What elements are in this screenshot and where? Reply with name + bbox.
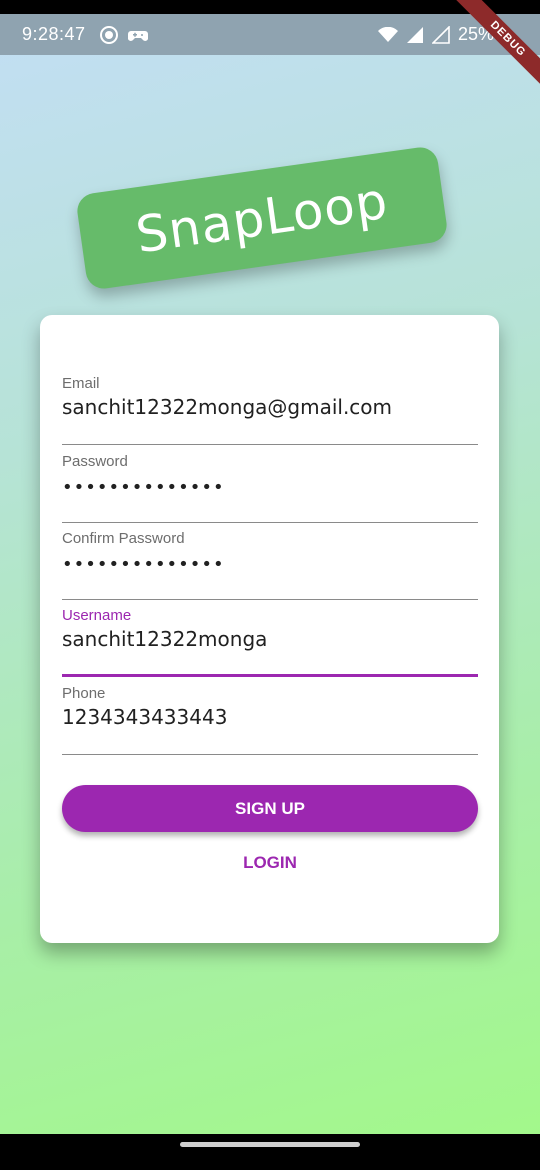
password-label: Password xyxy=(62,453,128,470)
email-field[interactable]: Email sanchit12322monga@gmail.com xyxy=(62,375,478,445)
status-time: 9:28:47 xyxy=(22,24,86,44)
status-bar: 9:28:47 25% xyxy=(0,14,540,55)
app-screen: 9:28:47 25% DEBUG SnapLoop Email sanchit… xyxy=(0,0,540,1170)
password-input[interactable]: •••••••••••••• xyxy=(62,477,225,498)
game-controller-icon xyxy=(127,27,148,43)
username-label: Username xyxy=(62,607,132,624)
login-button[interactable]: LOGIN xyxy=(210,845,330,881)
username-input[interactable]: sanchit12322monga xyxy=(62,627,267,651)
phone-label: Phone xyxy=(62,685,106,702)
username-field[interactable]: Username sanchit12322monga xyxy=(62,607,478,677)
signal-icon xyxy=(406,26,424,44)
email-input[interactable]: sanchit12322monga@gmail.com xyxy=(62,395,392,419)
confirm-password-field[interactable]: Confirm Password •••••••••••••• xyxy=(62,530,478,600)
signal-outline-icon xyxy=(431,25,450,44)
password-field[interactable]: Password •••••••••••••• xyxy=(62,453,478,523)
record-icon xyxy=(99,25,118,44)
email-label: Email xyxy=(62,375,100,392)
confirm-password-label: Confirm Password xyxy=(62,530,185,547)
confirm-password-input[interactable]: •••••••••••••• xyxy=(62,554,225,575)
navigation-bar xyxy=(0,1134,540,1170)
wifi-icon xyxy=(377,26,398,43)
phone-input[interactable]: 1234343433443 xyxy=(62,705,227,729)
logo: SnapLoop xyxy=(75,145,449,291)
home-gesture-handle[interactable] xyxy=(180,1142,360,1147)
signup-card: Email sanchit12322monga@gmail.com Passwo… xyxy=(40,315,499,943)
phone-field[interactable]: Phone 1234343433443 xyxy=(62,685,478,755)
signup-button[interactable]: SIGN UP xyxy=(62,785,478,832)
logo-text: SnapLoop xyxy=(132,171,392,265)
status-right: 25% xyxy=(377,24,494,45)
